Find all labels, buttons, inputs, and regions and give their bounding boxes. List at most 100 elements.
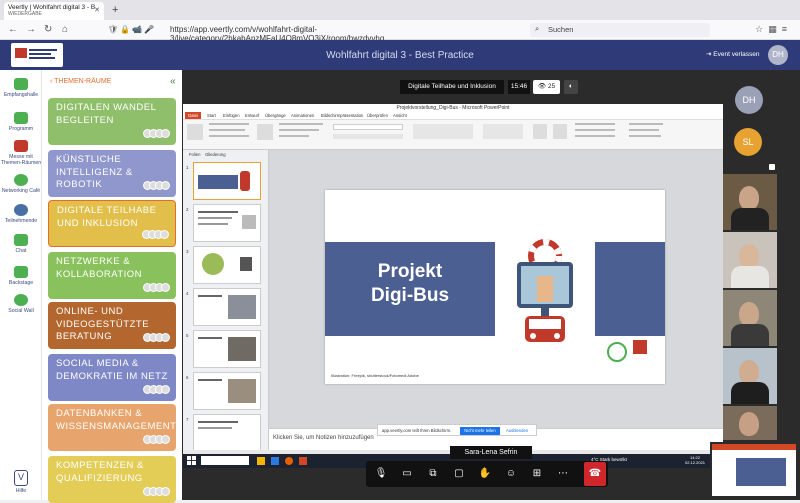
ribbon-line [279,135,309,137]
new-tab-icon[interactable]: + [112,4,118,16]
taskbar-search[interactable] [201,456,249,465]
taskbar-powerpoint-icon[interactable] [299,457,307,465]
room-name: KOMPETENZEN & QUALIFIZIERUNG [56,460,144,484]
slide-thumb-2[interactable]: 2 [186,204,261,242]
quick-styles-icon[interactable] [553,124,567,139]
participant-video-2[interactable] [723,232,777,288]
screenshare-icon[interactable]: ⧉ [426,467,440,481]
screen-preview-thumbnail[interactable] [710,442,798,498]
reload-icon[interactable]: ↻ [44,24,52,35]
chat-bubble-icon[interactable]: ▢ [452,467,466,481]
participant-video-5[interactable] [723,406,777,440]
hang-up-button[interactable]: ☎ [584,462,606,486]
rooms-panel: ‹ THEMEN-RÄUME « DIGITALEN WANDEL BEGLEI… [42,70,182,503]
arrange-icon[interactable] [533,124,547,139]
taskbar-firefox-icon[interactable] [285,457,293,465]
layout-icon[interactable]: ◐ [564,80,578,94]
rail-item-messe[interactable]: Messe mit Themen-Räumen [0,140,42,166]
participant-video-1[interactable] [723,174,777,230]
slide-thumb-1[interactable]: 1 [186,162,261,200]
help-label[interactable]: Hilfe [0,488,42,494]
paragraph-buttons[interactable] [413,124,473,139]
participant-video-3[interactable] [723,290,777,346]
stop-sharing-button[interactable]: Nicht mehr teilen [460,427,500,435]
rail-item-programm[interactable]: Programm [0,112,42,132]
font-select[interactable] [333,124,403,130]
leave-event-button[interactable]: ⇥ Event verlassen [706,50,760,58]
more-options-icon[interactable]: ⋯ [556,467,570,481]
rooms-heading[interactable]: ‹ THEMEN-RÄUME [50,78,111,85]
user-avatar[interactable]: DH [768,45,788,65]
find-buttons[interactable] [629,123,663,125]
toolbar-icons[interactable]: ☆▦≡ [755,24,792,35]
taskbar-edge-icon[interactable] [271,457,279,465]
collapse-icon[interactable]: « [170,76,176,87]
ppt-tab-einfuegen[interactable]: Einfügen [223,113,240,118]
ppt-tab-datei[interactable]: Datei [185,112,201,119]
mic-muted-icon[interactable]: 🎙 [374,467,388,481]
rail-item-chat[interactable]: Chat [0,234,42,254]
slide-thumb-3[interactable]: 3 [186,246,261,284]
thumb-preview [198,337,222,339]
thumb-tab-gliederung[interactable]: Gliederung [205,152,226,157]
participants-icon[interactable]: ☺ [504,467,518,481]
room-card[interactable]: DATENBANKEN & WISSENSMANAGEMENT [48,404,176,451]
room-card[interactable]: KÜNSTLICHE INTELLIGENZ & ROBOTIK [48,150,176,197]
windows-start-icon[interactable] [187,456,196,465]
app-header: Wohlfahrt digital 3 - Best Practice ⇥ Ev… [0,40,800,70]
thumb-number: 6 [186,375,189,380]
room-card[interactable]: DIGITALEN WANDEL BEGLEITEN [48,98,176,145]
paste-icon[interactable] [187,124,203,140]
home-icon[interactable]: ⌂ [62,24,68,35]
hide-notice-link[interactable]: Ausblenden [506,428,528,433]
camera-off-icon[interactable]: ▭ [400,467,414,481]
screen-share-notice: app.veertly.com teilt Ihren Bildschirm. … [377,424,537,436]
font-format-buttons[interactable] [333,134,403,139]
ribbon-clipboard[interactable] [209,123,249,125]
ppt-tab-ansicht[interactable]: Ansicht [393,113,407,118]
rail-item-teilnehmende[interactable]: Teilnehmende [0,204,42,224]
room-card[interactable]: NETZWERKE & KOLLABORATION [48,252,176,299]
rail-item-social-wall[interactable]: Social Wall [0,294,42,314]
participant-video-4[interactable] [723,348,777,404]
slide-thumb-4[interactable]: 4 [186,288,261,326]
slide-thumb-5[interactable]: 5 [186,330,261,368]
back-icon[interactable]: ← [8,24,18,35]
participant-tile-sl[interactable]: SL [723,116,777,172]
room-card[interactable]: KOMPETENZEN & QUALIFIZIERUNG [48,456,176,503]
slide-thumb-7[interactable]: 7 [186,414,261,452]
ppt-tab-bildschirm[interactable]: Bildschirmpräsentation [321,113,363,118]
drawing-shapes[interactable] [483,124,523,139]
room-card[interactable]: DIGITALE TEILHABE UND INKLUSION [48,200,176,247]
thumb-tabs: Folien Gliederung [189,152,226,157]
ppt-tab-ueberpruefen[interactable]: Überprüfen [367,113,388,118]
ppt-tab-uebergaenge[interactable]: Übergänge [265,113,286,118]
new-slide-icon[interactable] [257,124,273,140]
close-tab-icon[interactable]: ✕ [94,7,100,14]
ribbon-line [629,135,661,137]
ribbon-line [575,123,615,125]
taskbar-explorer-icon[interactable] [257,457,265,465]
browser-navbar: ← → ↻ ⌂ https://app.veertly.com/v/wohlfa… [0,20,800,43]
rail-item-networking[interactable]: Networking Café [0,174,42,194]
raise-hand-icon[interactable]: ✋ [478,467,492,481]
forward-icon[interactable]: → [26,24,36,35]
ppt-tab-animationen[interactable]: Animationen [291,113,314,118]
room-card[interactable]: SOCIAL MEDIA & DEMOKRATIE IM NETZ [48,354,176,401]
browser-tab[interactable]: Veertly | Wohlfahrt digital 3 - B WIEDER… [4,2,104,20]
help-icon[interactable]: V [14,470,28,486]
address-bar[interactable]: https://app.veertly.com/v/wohlfahrt-digi… [132,23,512,43]
thumb-bus-graphic [240,171,250,191]
rail-item-backstage[interactable]: Backstage [0,266,42,286]
browser-search[interactable]: ⌕ Suchen [530,23,710,37]
room-card[interactable]: ONLINE- UND VIDEOGESTÜTZTE BERATUNG [48,302,176,349]
thumb-preview [198,175,238,189]
ppt-tab-start[interactable]: Start [207,113,216,118]
thumb-tab-folien[interactable]: Folien [189,152,200,157]
ppt-tab-entwurf[interactable]: Entwurf [245,113,259,118]
slide-thumb-6[interactable]: 6 [186,372,261,410]
ribbon-line [279,129,319,131]
rail-item-empfangshalle[interactable]: Empfangshalle [0,78,42,98]
permission-icons[interactable]: 🛡🔒📹🎤 [108,25,156,34]
grid-view-icon[interactable]: ⊞ [530,467,544,481]
